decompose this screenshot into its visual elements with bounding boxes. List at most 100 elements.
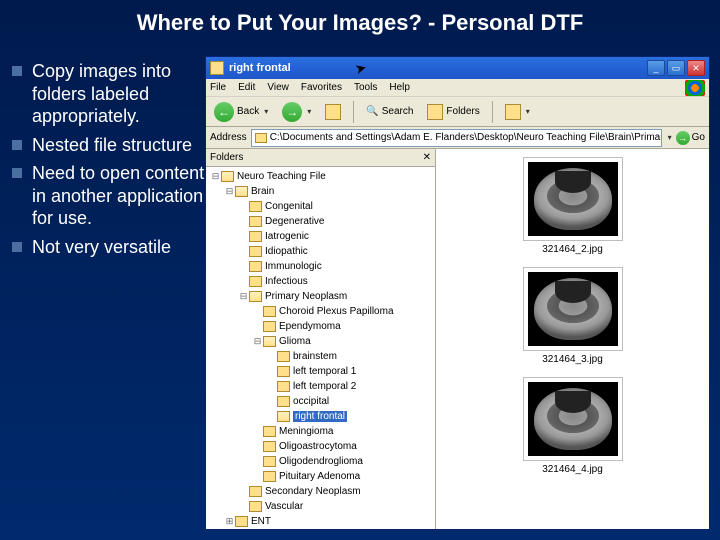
forward-button[interactable]: → [278, 100, 315, 124]
expand-icon[interactable]: ⊟ [252, 336, 263, 347]
folders-header: Folders ✕ [206, 149, 435, 167]
menu-view[interactable]: View [267, 82, 289, 93]
bullet-text: Copy images into folders labeled appropr… [32, 60, 222, 128]
folder-icon [210, 61, 224, 75]
folder-icon [263, 441, 276, 452]
up-button[interactable] [321, 100, 345, 124]
tree-node[interactable]: Ependymoma [206, 319, 435, 334]
tree-label: Infectious [265, 276, 308, 287]
windows-logo-icon [685, 80, 705, 96]
expand-icon[interactable]: ⊟ [210, 171, 221, 182]
tree-label: Glioma [279, 336, 311, 347]
thumbnail[interactable]: 321464_3.jpg [518, 267, 628, 365]
folder-icon [249, 486, 262, 497]
expand-icon[interactable]: ⊞ [224, 516, 235, 527]
thumbnail[interactable]: 321464_2.jpg [518, 157, 628, 255]
folder-icon [277, 381, 290, 392]
maximize-button[interactable]: ▭ [667, 60, 685, 76]
bullet-text: Nested file structure [32, 134, 192, 157]
go-button[interactable]: →Go [676, 129, 705, 147]
tree-node[interactable]: Pituitary Adenoma [206, 469, 435, 484]
tree-node[interactable]: Degenerative [206, 214, 435, 229]
tree-node[interactable]: ⊞ENT [206, 514, 435, 529]
tree-node[interactable]: Choroid Plexus Papilloma [206, 304, 435, 319]
tree-label: Congenital [265, 201, 313, 212]
titlebar[interactable]: right frontal _ ▭ ✕ [206, 57, 709, 79]
tree-node[interactable]: Meningioma [206, 424, 435, 439]
thumb-frame [523, 377, 623, 461]
thumb-filename: 321464_2.jpg [542, 244, 603, 255]
tree-node[interactable]: Iatrogenic [206, 229, 435, 244]
menu-tools[interactable]: Tools [354, 82, 377, 93]
menubar: File Edit View Favorites Tools Help [206, 79, 709, 97]
tree-label: Pituitary Adenoma [279, 471, 360, 482]
folder-tree: ⊟Neuro Teaching File⊟Brain Congenital Dege… [206, 167, 435, 529]
folder-icon [427, 104, 443, 120]
folder-icon [263, 471, 276, 482]
expand-icon[interactable]: ⊟ [238, 291, 249, 302]
menu-file[interactable]: File [210, 82, 226, 93]
content-area: Folders ✕ ⊟Neuro Teaching File⊟Brain Cong… [206, 149, 709, 529]
close-pane-button[interactable]: ✕ [423, 152, 431, 163]
folder-icon [235, 186, 248, 197]
bullet-text: Not very versatile [32, 236, 171, 259]
tree-node[interactable]: ⊟Brain [206, 184, 435, 199]
bullet-list: Copy images into folders labeled appropr… [12, 60, 222, 264]
tree-node[interactable]: ⊟ Primary Neoplasm [206, 289, 435, 304]
tree-node[interactable]: Infectious [206, 274, 435, 289]
menu-favorites[interactable]: Favorites [301, 82, 342, 93]
tree-node[interactable]: Oligodendroglioma [206, 454, 435, 469]
folder-icon [277, 411, 290, 422]
tree-node[interactable]: left temporal 2 [206, 379, 435, 394]
tree-label: Meningioma [279, 426, 333, 437]
thumbnail[interactable]: 321464_4.jpg [518, 377, 628, 475]
folder-icon [249, 291, 262, 302]
expand-icon[interactable]: ⊟ [224, 186, 235, 197]
tree-node[interactable]: brainstem [206, 349, 435, 364]
menu-edit[interactable]: Edit [238, 82, 255, 93]
folder-icon [249, 261, 262, 272]
tree-node[interactable]: Immunologic [206, 259, 435, 274]
thumb-frame [523, 157, 623, 241]
close-button[interactable]: ✕ [687, 60, 705, 76]
menu-help[interactable]: Help [389, 82, 410, 93]
bullet-text: Need to open content in another applicat… [32, 162, 222, 230]
tree-node[interactable]: Secondary Neoplasm [206, 484, 435, 499]
tree-label: Primary Neoplasm [265, 291, 347, 302]
folders-pane: Folders ✕ ⊟Neuro Teaching File⊟Brain Cong… [206, 149, 436, 529]
window-title: right frontal [229, 62, 645, 74]
tree-label: Secondary Neoplasm [265, 486, 361, 497]
folder-icon [249, 246, 262, 257]
tree-node[interactable]: Vascular [206, 499, 435, 514]
tree-label: occipital [293, 396, 329, 407]
tree-node[interactable]: ⊟Neuro Teaching File [206, 169, 435, 184]
tree-label: Degenerative [265, 216, 324, 227]
tree-node[interactable]: Oligoastrocytoma [206, 439, 435, 454]
tree-node[interactable]: right frontal [206, 409, 435, 424]
folder-icon [277, 366, 290, 377]
address-path: C:\Documents and Settings\Adam E. Flande… [270, 132, 662, 143]
folders-button[interactable]: Folders [423, 100, 483, 124]
bullet-icon [12, 140, 22, 150]
views-button[interactable] [501, 100, 534, 124]
tree-node[interactable]: left temporal 1 [206, 364, 435, 379]
thumb-filename: 321464_4.jpg [542, 464, 603, 475]
separator [353, 101, 354, 123]
folder-icon [263, 336, 276, 347]
bullet-item: Copy images into folders labeled appropr… [12, 60, 222, 128]
search-button[interactable]: 🔍Search [362, 100, 417, 124]
address-label: Address [210, 132, 247, 143]
back-button[interactable]: ←Back [210, 100, 272, 124]
folder-icon [263, 321, 276, 332]
address-input[interactable]: C:\Documents and Settings\Adam E. Flande… [251, 129, 662, 147]
address-dropdown[interactable] [666, 132, 672, 143]
tree-node[interactable]: ⊟ Glioma [206, 334, 435, 349]
tree-node[interactable]: Congenital [206, 199, 435, 214]
minimize-button[interactable]: _ [647, 60, 665, 76]
tree-node[interactable]: Idiopathic [206, 244, 435, 259]
slide-title: Where to Put Your Images? - Personal DTF [0, 0, 720, 54]
address-bar: Address C:\Documents and Settings\Adam E… [206, 127, 709, 149]
ct-scan-image [528, 162, 618, 236]
tree-label: Immunologic [265, 261, 322, 272]
tree-node[interactable]: occipital [206, 394, 435, 409]
